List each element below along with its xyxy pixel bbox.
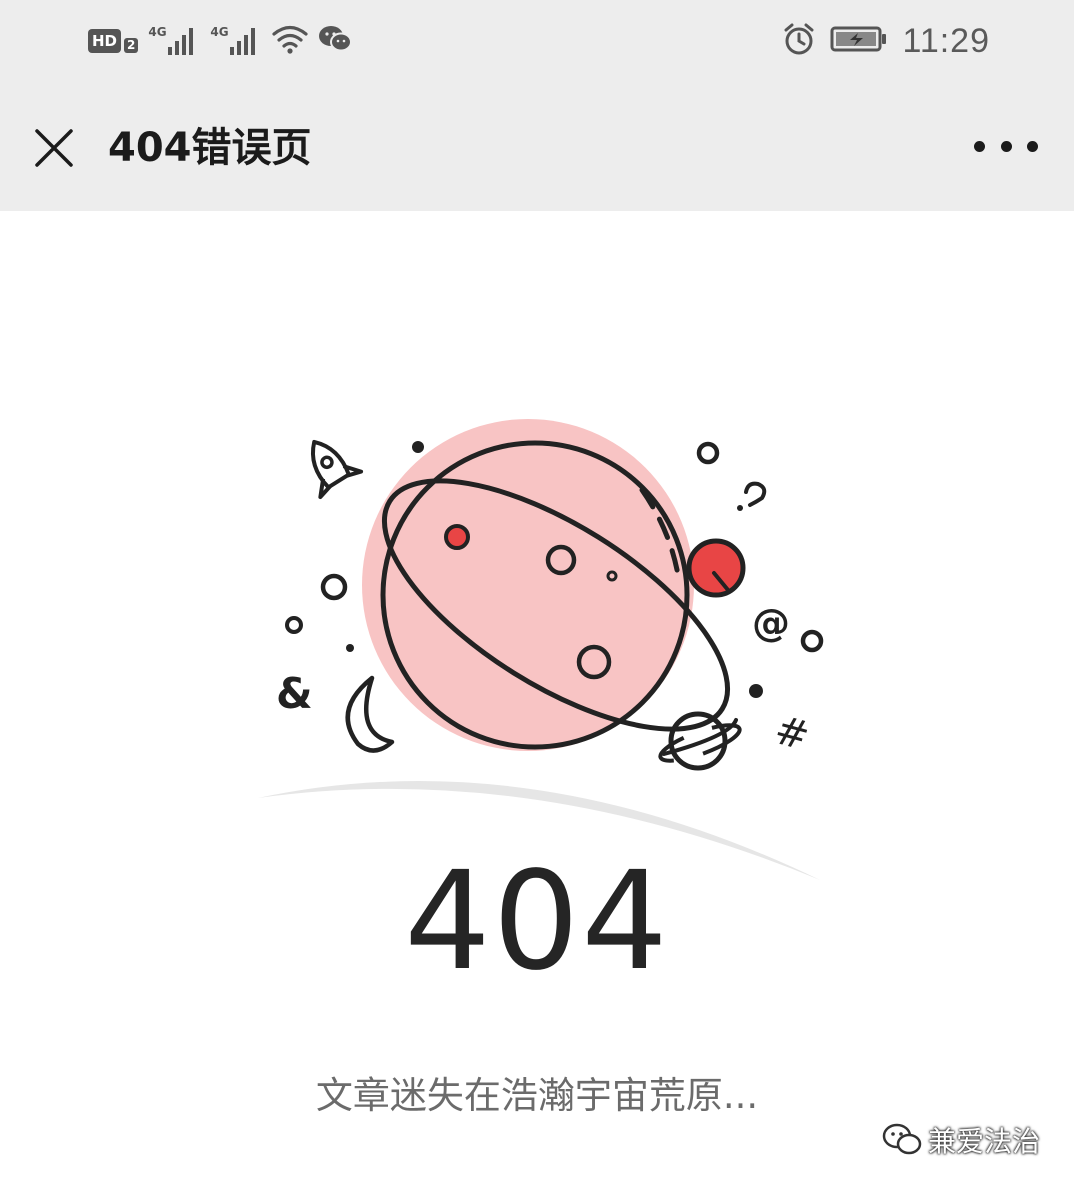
star-dot <box>749 684 763 698</box>
battery-charging-icon <box>830 25 888 57</box>
more-dot <box>1000 140 1012 152</box>
status-right-indicators: 11:29 <box>782 20 990 62</box>
ampersand-symbol: & <box>276 669 313 718</box>
status-time: 11:29 <box>902 21 990 60</box>
page-title: 404错误页 <box>108 125 312 171</box>
question-mark-icon <box>737 481 767 511</box>
ringed-planet-icon <box>658 711 742 771</box>
star-dot <box>412 441 424 453</box>
watermark-text: 兼爱法治 <box>927 1125 1040 1158</box>
hash-symbol: # <box>770 707 814 760</box>
alarm-clock-icon <box>782 22 816 60</box>
more-dot <box>1027 140 1038 152</box>
network-type-label-2: 4G <box>210 25 229 39</box>
network-type-label-1: 4G <box>148 25 167 39</box>
status-bar: HD 2 4G 4G 11:29 <box>0 0 1074 82</box>
more-dot <box>974 140 985 152</box>
cellular-signal-icon-1: 4G <box>148 25 200 57</box>
at-symbol: @ <box>752 601 790 645</box>
account-watermark: 兼爱法治 <box>882 1120 1040 1160</box>
red-moon <box>686 538 746 598</box>
cellular-signal-icon-2: 4G <box>210 25 262 57</box>
star-ring <box>696 441 720 465</box>
rocket-icon <box>310 439 364 500</box>
hd-sub-label: 2 <box>124 37 139 53</box>
star-ring <box>320 573 348 601</box>
star-ring <box>285 616 303 634</box>
crater-red <box>444 524 470 550</box>
hd-voice-icon: HD 2 <box>88 29 139 53</box>
wechat-logo-icon <box>882 1123 922 1155</box>
star-ring <box>800 629 824 653</box>
wifi-icon <box>272 23 308 59</box>
nav-bar: 404错误页 <box>0 82 1074 211</box>
error-message: 文章迷失在浩瀚宇宙荒原... <box>315 1074 759 1117</box>
status-left-indicators: HD 2 4G 4G <box>88 22 353 60</box>
crescent-moon-icon <box>345 675 395 753</box>
more-options-button[interactable] <box>974 126 1038 166</box>
star-dot <box>346 644 354 652</box>
lost-in-space-illustration: @ # & <box>258 419 824 880</box>
wechat-notification-icon <box>318 24 353 58</box>
close-button[interactable] <box>28 122 80 174</box>
error-code: 404 <box>404 843 670 1001</box>
hd-label: HD <box>88 29 122 53</box>
close-icon <box>35 129 73 167</box>
